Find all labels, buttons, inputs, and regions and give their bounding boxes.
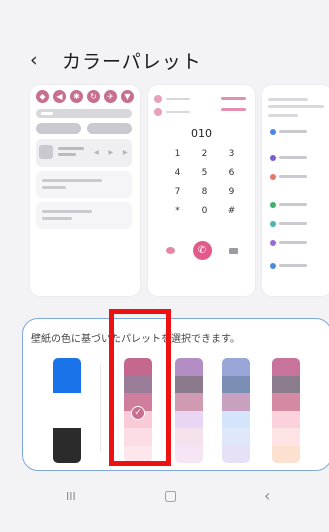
swatch-color-band	[272, 358, 300, 376]
notification-card	[36, 202, 132, 229]
selection-highlight	[109, 309, 171, 466]
key: 2	[201, 149, 208, 159]
quick-panel-icons: ◆ ◀ ✱ ↻ ✈ ▼	[36, 90, 134, 103]
swatch-rose[interactable]	[272, 358, 300, 463]
swatch-blue[interactable]	[222, 358, 250, 463]
wifi-icon: ◆	[36, 90, 49, 103]
key: *	[175, 206, 180, 216]
settings-icon	[270, 129, 276, 135]
swatch-color-band	[272, 410, 300, 428]
key: 0	[201, 206, 208, 216]
brightness-slider	[36, 109, 132, 118]
page-title: カラーパレット	[62, 50, 202, 73]
key: 9	[228, 187, 235, 197]
quick-panel-pill	[87, 123, 132, 134]
key: 3	[228, 149, 235, 159]
swatch-color-band	[175, 358, 203, 376]
key: 1	[174, 149, 181, 159]
dialed-number: 010	[191, 127, 212, 140]
keypad: 1 2 3 4 5 6 7 8 9 * 0 #	[164, 148, 245, 217]
swatch-color-band	[53, 393, 81, 428]
navigation-bar: III ▢ ‹	[0, 484, 329, 510]
swatch-color-band	[272, 445, 300, 463]
swatch-color-band	[222, 410, 250, 428]
swatch-basic[interactable]	[53, 358, 81, 463]
swatch-color-band	[222, 445, 250, 463]
swatch-color-band	[175, 410, 203, 428]
recent-apps-button[interactable]: III	[66, 490, 76, 503]
settings-icon	[270, 263, 276, 269]
swatch-color-band	[53, 358, 81, 393]
swatch-color-band	[272, 375, 300, 393]
bluetooth-icon: ✱	[70, 90, 83, 103]
swatch-color-band	[272, 428, 300, 446]
swatch-color-band	[272, 393, 300, 411]
divider	[100, 364, 101, 452]
swatch-color-band	[222, 428, 250, 446]
key: 4	[174, 168, 181, 178]
notification-card	[36, 171, 132, 198]
delete-icon	[229, 247, 238, 254]
media-card: ◀ ▶ ▶	[36, 139, 132, 167]
call-icon: ✆	[192, 241, 212, 260]
swatch-color-band	[175, 375, 203, 393]
swatch-purple[interactable]	[175, 358, 203, 463]
sound-icon: ◀	[53, 90, 66, 103]
message-icon	[166, 247, 175, 254]
key: 7	[174, 187, 181, 197]
key: #	[227, 206, 236, 216]
swatch-color-band	[222, 375, 250, 393]
swatch-color-band	[53, 428, 81, 463]
settings-icon	[270, 240, 276, 246]
key: 5	[201, 168, 208, 178]
swatch-color-band	[222, 358, 250, 376]
preview-quick-panel: ◆ ◀ ✱ ↻ ✈ ▼ ◀ ▶ ▶	[30, 85, 140, 296]
back-nav-button[interactable]: ‹	[264, 486, 270, 505]
swatch-color-band	[175, 445, 203, 463]
back-button[interactable]: ‹	[30, 49, 50, 71]
home-button[interactable]: ▢	[164, 488, 177, 504]
airplane-icon: ✈	[104, 90, 117, 103]
preview-settings	[262, 85, 329, 296]
header: ‹ カラーパレット	[30, 47, 202, 73]
swatch-color-band	[175, 428, 203, 446]
settings-icon	[270, 155, 276, 161]
swatch-color-band	[175, 393, 203, 411]
rotate-icon: ↻	[87, 90, 100, 103]
preview-dialer: 010 1 2 3 4 5 6 7 8 9 * 0 # ✆	[148, 85, 255, 296]
settings-icon	[270, 221, 276, 227]
swatch-color-band	[222, 393, 250, 411]
flashlight-icon: ▼	[121, 90, 134, 103]
settings-icon	[270, 202, 276, 208]
key: 8	[201, 187, 208, 197]
palette-panel: 壁紙の色に基づいたパレットを選択できます。 ✓	[22, 318, 329, 471]
settings-icon	[270, 174, 276, 180]
dialer-actions: ✆	[166, 241, 238, 260]
quick-panel-pill	[36, 123, 81, 134]
key: 6	[228, 168, 235, 178]
